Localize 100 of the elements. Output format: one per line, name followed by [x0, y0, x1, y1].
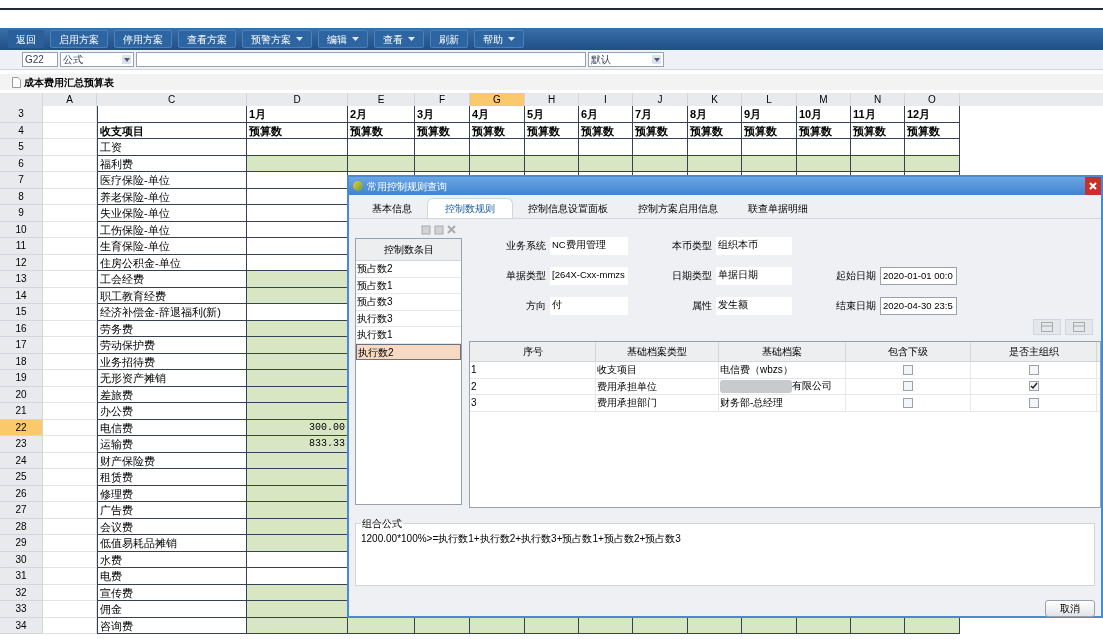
table-cell-text: 电信费（wbzs）: [720, 362, 793, 377]
table-cell: 工资: [97, 139, 247, 156]
table-cell: 佣金: [97, 601, 247, 618]
dialog-title: 常用控制规则查询: [367, 179, 447, 194]
table-cell: 工会经费: [97, 271, 247, 288]
table-cell: 2: [470, 378, 596, 394]
tab[interactable]: 联查单据明细: [733, 198, 823, 218]
table-cell: 运输费: [97, 436, 247, 453]
row-header: 7: [0, 172, 43, 189]
cancel-button[interactable]: 取消: [1045, 600, 1095, 617]
row-header: 17: [0, 337, 43, 354]
column-header: C: [97, 93, 247, 106]
text-field[interactable]: 付: [550, 297, 628, 315]
row-header: 23: [0, 436, 43, 453]
table-cell: 1: [470, 362, 596, 378]
text-field[interactable]: [264X-Cxx-mmzs: [550, 267, 628, 285]
list-item[interactable]: 预占数3: [356, 294, 461, 311]
table-cell: 费用承担单位: [596, 378, 719, 394]
row-header: 13: [0, 271, 43, 288]
toolbar-button[interactable]: 返回: [8, 30, 44, 48]
tab[interactable]: 基本信息: [357, 198, 427, 218]
table-cell: 广告费: [97, 502, 247, 519]
table-cell: 8月: [688, 106, 742, 123]
column-header: M: [797, 93, 851, 106]
table-cell: 福利费: [97, 155, 247, 172]
table-cell-text: 财务部-总经理: [720, 395, 784, 410]
toolbar-button[interactable]: 预警方案: [242, 30, 312, 48]
tab[interactable]: 控制信息设置面板: [513, 198, 623, 218]
column-header: A: [43, 93, 97, 106]
toolbar-button[interactable]: 刷新: [430, 30, 468, 48]
column-header: E: [348, 93, 415, 106]
column-header: N: [851, 93, 905, 106]
table-cell: 4月: [470, 106, 525, 123]
text-field[interactable]: NC费用管理: [550, 237, 628, 255]
table-cell: 低值易耗品摊销: [97, 535, 247, 552]
column-header: 包含下级: [846, 342, 971, 361]
row-header: 3: [0, 106, 43, 123]
table-cell: 3: [470, 395, 596, 411]
field-label: 起始日期: [835, 269, 877, 283]
column-header: K: [688, 93, 742, 106]
list-item[interactable]: 预占数1: [356, 277, 461, 294]
table-cell: 修理费: [97, 485, 247, 502]
row-header: 27: [0, 502, 43, 519]
column-header: 基础档案类型: [596, 342, 719, 361]
field-label: 本币类型: [671, 239, 713, 253]
column-header: 序号: [470, 342, 596, 361]
row-header: 11: [0, 238, 43, 255]
table-cell: 12月: [905, 106, 960, 123]
table-cell: 失业保险-单位: [97, 205, 247, 222]
field-label: 业务系统: [505, 239, 547, 253]
table-cell: 1月: [247, 106, 348, 123]
row-header: 9: [0, 205, 43, 222]
toolbar-button[interactable]: 启用方案: [50, 30, 108, 48]
table-cell: 6月: [579, 106, 633, 123]
table-cell: 职工教育经费: [97, 287, 247, 304]
text-field[interactable]: 发生额: [716, 297, 792, 315]
list-item[interactable]: 执行数1: [356, 327, 461, 344]
table-cell: 咨询费: [97, 617, 247, 634]
field-label: 日期类型: [671, 269, 713, 283]
table-cell: 11月: [851, 106, 905, 123]
table-cell: 会议费: [97, 518, 247, 535]
column-header: L: [742, 93, 797, 106]
field-label: 结束日期: [835, 299, 877, 313]
list-item[interactable]: 预占数2: [356, 261, 461, 278]
text-field[interactable]: 2020-04-30 23:5: [880, 297, 957, 315]
table-cell: 电信费: [97, 419, 247, 436]
cell-reference-field[interactable]: G22: [22, 52, 58, 67]
table-cell-text: 有限公司: [792, 379, 832, 394]
column-header: 是否主组织: [971, 342, 1097, 361]
toolbar-button[interactable]: 查看方案: [178, 30, 236, 48]
list-header: 控制数条目: [356, 239, 461, 261]
panel-legend: 组合公式: [361, 516, 403, 531]
table-cell: 9月: [742, 106, 797, 123]
table-cell: 费用承担部门: [596, 395, 719, 411]
list-item[interactable]: 执行数3: [356, 310, 461, 327]
column-header: 基础档案: [719, 342, 846, 361]
table-cell: 无形资产摊销: [97, 370, 247, 387]
column-header: J: [633, 93, 688, 106]
tab[interactable]: 控制数规则: [427, 198, 513, 218]
toolbar-button[interactable]: 停用方案: [114, 30, 172, 48]
formula-text: 1200.00*100%>=执行数1+执行数2+执行数3+预占数1+预占数2+预占数3: [361, 532, 682, 546]
text-field[interactable]: 单据日期: [716, 267, 792, 285]
table-cell: 办公费: [97, 403, 247, 420]
toolbar-button[interactable]: 编辑: [318, 30, 368, 48]
text-field[interactable]: 2020-01-01 00:0: [880, 267, 957, 285]
table-cell: 住房公积金-单位: [97, 254, 247, 271]
table-cell: 2月: [348, 106, 415, 123]
row-header: 29: [0, 535, 43, 552]
toolbar-button[interactable]: 帮助: [474, 30, 524, 48]
text-field[interactable]: 组织本币: [716, 237, 792, 255]
table-cell: 工伤保险-单位: [97, 221, 247, 238]
sheet-title: 成本费用汇总预算表: [24, 75, 114, 90]
toolbar-button[interactable]: 查看: [374, 30, 424, 48]
row-header: 21: [0, 403, 43, 420]
table-cell: 财产保险费: [97, 452, 247, 469]
table-cell: 生育保险-单位: [97, 238, 247, 255]
mode-dropdown[interactable]: 公式: [60, 52, 134, 67]
style-dropdown[interactable]: 默认: [588, 52, 664, 67]
column-header: D: [247, 93, 348, 106]
tab[interactable]: 控制方案启用信息: [623, 198, 733, 218]
